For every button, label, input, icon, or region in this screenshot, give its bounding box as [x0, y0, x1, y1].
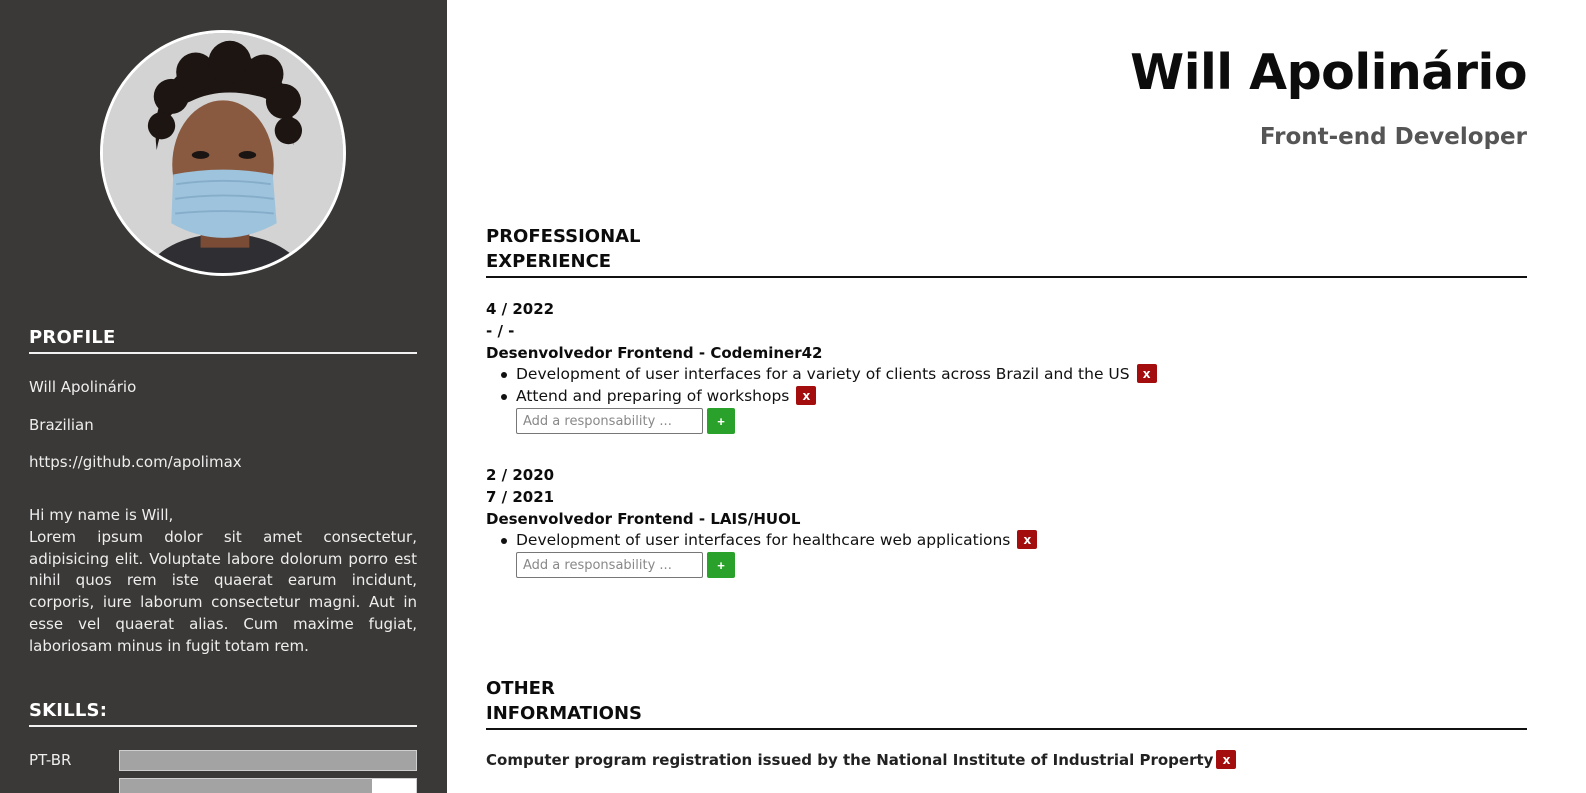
other-information-text: Computer program registration issued by … [486, 750, 1214, 769]
job-end-date: 7 / 2021 [486, 488, 555, 506]
add-responsibility-button[interactable]: + [707, 408, 735, 434]
job-start-date: 2 / 2020 [486, 466, 555, 484]
bio-greeting: Hi my name is Will, [29, 506, 174, 524]
skill-level-fill [120, 751, 416, 770]
remove-responsibility-button[interactable]: x [796, 386, 817, 405]
candidate-name: Will Apolinário [1130, 44, 1527, 101]
skill-level-bar [119, 750, 417, 771]
add-responsibility-row: + [516, 408, 735, 434]
responsibility-item: Development of user interfaces for a var… [501, 364, 1157, 383]
other-informations-heading: OTHER INFORMATIONS [486, 676, 1527, 730]
responsibility-item: Attend and preparing of workshops x [500, 386, 817, 405]
skills-heading: SKILLS: [29, 700, 417, 727]
responsibility-text: Development of user interfaces for healt… [516, 530, 1011, 549]
job-title: Desenvolvedor Frontend - LAIS/HUOL [486, 510, 801, 528]
remove-information-button[interactable]: x [1216, 750, 1237, 769]
candidate-role: Front-end Developer [1259, 124, 1527, 150]
profile-github-link[interactable]: https://github.com/apolimax [29, 453, 242, 471]
job-title: Desenvolvedor Frontend - Codeminer42 [486, 344, 823, 362]
add-responsibility-row: + [516, 552, 735, 578]
other-information-item: Computer program registration issued by … [486, 750, 1237, 769]
add-responsibility-button[interactable]: + [707, 552, 735, 578]
responsibility-item: Development of user interfaces for healt… [500, 530, 1038, 549]
job-end-date: - / - [486, 322, 515, 340]
add-responsibility-input[interactable] [516, 552, 703, 578]
other-heading-line1: OTHER [486, 678, 555, 699]
skill-row [29, 778, 417, 793]
other-heading-line2: INFORMATIONS [486, 703, 642, 724]
sidebar: PROFILE Will Apolinário Brazilian https:… [0, 0, 447, 793]
profile-heading: PROFILE [29, 327, 417, 354]
remove-responsibility-button[interactable]: x [1017, 530, 1038, 549]
remove-responsibility-button[interactable]: x [1136, 364, 1157, 383]
skill-level-bar [119, 778, 417, 793]
skill-row: PT-BR [29, 750, 417, 772]
job-start-date: 4 / 2022 [486, 300, 555, 318]
profile-name: Will Apolinário [29, 378, 137, 396]
experience-heading-line2: EXPERIENCE [486, 251, 612, 272]
skill-name: PT-BR [29, 751, 72, 769]
profile-nationality: Brazilian [29, 416, 94, 434]
bio-text: Lorem ipsum dolor sit amet consectetur, … [29, 527, 417, 655]
avatar [100, 30, 346, 276]
profile-bio: Hi my name is Will, Lorem ipsum dolor si… [29, 505, 417, 658]
avatar-photo-icon [103, 33, 343, 273]
experience-heading-line1: PROFESSIONAL [486, 226, 641, 247]
responsibility-text: Development of user interfaces for a var… [516, 364, 1130, 383]
experience-heading: PROFESSIONAL EXPERIENCE [486, 224, 1527, 278]
skill-level-fill [120, 779, 372, 793]
add-responsibility-input[interactable] [516, 408, 703, 434]
responsibility-text: Attend and preparing of workshops [516, 386, 790, 405]
main-content: Will Apolinário Front-end Developer PROF… [447, 0, 1586, 793]
